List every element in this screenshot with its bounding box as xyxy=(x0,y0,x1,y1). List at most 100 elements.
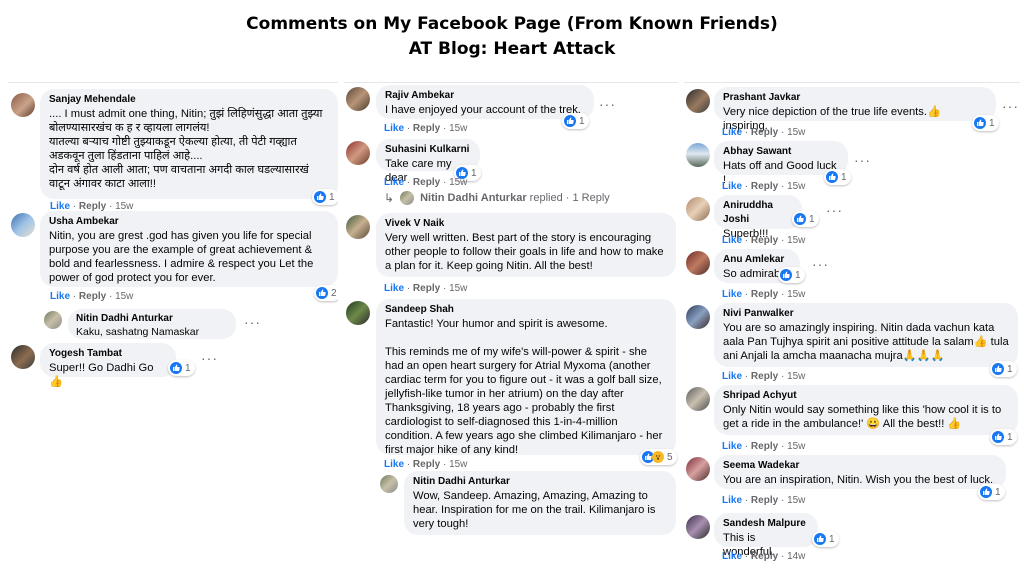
comment-time[interactable]: 15w xyxy=(787,441,805,452)
more-options-icon[interactable]: ··· xyxy=(599,97,616,111)
comment: Seema Wadekar You are an inspiration, Ni… xyxy=(684,455,1020,509)
comment-time[interactable]: 15w xyxy=(787,289,805,300)
reply-link[interactable]: Reply xyxy=(751,441,778,452)
comment-time[interactable]: 15w xyxy=(787,181,805,192)
more-options-icon[interactable]: ··· xyxy=(244,315,261,329)
commenter-name[interactable]: Yogesh Tambat xyxy=(49,347,167,361)
like-link[interactable]: Like xyxy=(722,371,742,382)
reaction-count[interactable]: 1 xyxy=(978,484,1005,500)
reaction-count[interactable]: 1 xyxy=(562,113,589,129)
commenter-name[interactable]: Nitin Dadhi Anturkar xyxy=(413,475,667,489)
reaction-count[interactable]: 1 xyxy=(990,361,1017,377)
reaction-count[interactable]: 5 xyxy=(640,449,677,465)
reply-link[interactable]: Reply xyxy=(751,371,778,382)
commenter-name[interactable]: Usha Ambekar xyxy=(49,215,329,229)
like-link[interactable]: Like xyxy=(722,551,742,562)
comment-time[interactable]: 15w xyxy=(787,495,805,506)
reply-link[interactable]: Reply xyxy=(751,551,778,562)
reaction-count[interactable]: 2 xyxy=(314,285,338,301)
avatar[interactable] xyxy=(686,305,710,329)
commenter-name[interactable]: Anu Amlekar xyxy=(723,253,791,267)
more-options-icon[interactable]: ··· xyxy=(812,257,829,271)
reply-link[interactable]: Reply xyxy=(413,123,440,134)
reaction-count[interactable]: 1 xyxy=(824,169,851,185)
like-link[interactable]: Like xyxy=(722,289,742,300)
like-reaction-icon xyxy=(814,533,826,545)
comment-actions: Like · Reply · 15w xyxy=(722,181,806,192)
like-link[interactable]: Like xyxy=(722,127,742,138)
comment-time[interactable]: 15w xyxy=(449,283,467,294)
avatar[interactable] xyxy=(11,213,35,237)
commenter-name[interactable]: Nitin Dadhi Anturkar xyxy=(76,312,228,326)
commenter-name[interactable]: Rajiv Ambekar xyxy=(385,89,585,103)
reply-link[interactable]: Reply xyxy=(751,235,778,246)
reply-link[interactable]: Reply xyxy=(751,181,778,192)
avatar[interactable] xyxy=(686,251,710,275)
avatar[interactable] xyxy=(346,215,370,239)
more-options-icon[interactable]: ··· xyxy=(826,203,843,217)
reaction-count[interactable]: 1 xyxy=(812,531,839,547)
avatar[interactable] xyxy=(346,87,370,111)
avatar[interactable] xyxy=(11,93,35,117)
avatar[interactable] xyxy=(686,143,710,167)
reaction-count[interactable]: 1 xyxy=(168,360,195,376)
commenter-name[interactable]: Nivi Panwalker xyxy=(723,307,1009,321)
reply-link[interactable]: Reply xyxy=(751,289,778,300)
like-link[interactable]: Like xyxy=(722,235,742,246)
comment-time[interactable]: 15w xyxy=(787,371,805,382)
commenter-name[interactable]: Aniruddha Joshi xyxy=(723,199,793,227)
commenter-name[interactable]: Suhasini Kulkarni xyxy=(385,143,471,157)
avatar[interactable] xyxy=(380,475,398,493)
more-options-icon[interactable]: ··· xyxy=(854,153,871,167)
comment-time[interactable]: 15w xyxy=(449,177,467,188)
reply-link[interactable]: Reply xyxy=(751,495,778,506)
comments-column-3: Prashant Javkar Very nice depiction of t… xyxy=(684,82,1020,576)
like-link[interactable]: Like xyxy=(384,459,404,470)
reply-link[interactable]: Reply xyxy=(751,127,778,138)
reply-link[interactable]: Reply xyxy=(413,459,440,470)
commenter-name[interactable]: Prashant Javkar xyxy=(723,91,987,105)
avatar[interactable] xyxy=(686,457,710,481)
comment-time[interactable]: 15w xyxy=(787,127,805,138)
more-options-icon[interactable]: ··· xyxy=(1002,99,1019,113)
comment-time[interactable]: 15w xyxy=(449,459,467,470)
more-options-icon[interactable]: ··· xyxy=(201,351,218,365)
comments-column-2: Rajiv Ambekar I have enjoyed your accoun… xyxy=(344,82,678,576)
reaction-count[interactable]: 1 xyxy=(312,189,338,205)
commenter-name[interactable]: Seema Wadekar xyxy=(723,459,997,473)
avatar[interactable] xyxy=(44,311,62,329)
like-link[interactable]: Like xyxy=(722,181,742,192)
page-subtitle: AT Blog: Heart Attack xyxy=(408,39,616,59)
comment-time[interactable]: 14w xyxy=(787,551,805,562)
avatar[interactable] xyxy=(686,515,710,539)
avatar[interactable] xyxy=(346,141,370,165)
avatar[interactable] xyxy=(11,345,35,369)
commenter-name[interactable]: Sanjay Mehendale xyxy=(49,93,329,107)
commenter-name[interactable]: Sandesh Malpure xyxy=(723,517,809,531)
like-link[interactable]: Like xyxy=(384,283,404,294)
view-replies-link[interactable]: ↳ Nitin Dadhi Anturkar replied · 1 Reply xyxy=(384,191,610,205)
commenter-name[interactable]: Abhay Sawant xyxy=(723,145,839,159)
reaction-count[interactable]: 1 xyxy=(778,267,805,283)
comment-time[interactable]: 15w xyxy=(449,123,467,134)
like-link[interactable]: Like xyxy=(50,291,70,302)
comment-time[interactable]: 15w xyxy=(115,291,133,302)
reply-link[interactable]: Reply xyxy=(79,291,106,302)
like-link[interactable]: Like xyxy=(722,495,742,506)
avatar[interactable] xyxy=(686,89,710,113)
reaction-count[interactable]: 1 xyxy=(990,429,1017,445)
comment-time[interactable]: 15w xyxy=(787,235,805,246)
commenter-name[interactable]: Shripad Achyut xyxy=(723,389,1009,403)
like-link[interactable]: Like xyxy=(722,441,742,452)
reply-link[interactable]: Reply xyxy=(413,177,440,188)
reaction-count[interactable]: 1 xyxy=(972,115,999,131)
reaction-count[interactable]: 1 xyxy=(792,211,819,227)
commenter-name[interactable]: Vivek V Naik xyxy=(385,217,667,231)
reply-link[interactable]: Reply xyxy=(413,283,440,294)
avatar[interactable] xyxy=(346,301,370,325)
like-link[interactable]: Like xyxy=(384,123,404,134)
like-link[interactable]: Like xyxy=(384,177,404,188)
avatar[interactable] xyxy=(686,387,710,411)
avatar[interactable] xyxy=(686,197,710,221)
commenter-name[interactable]: Sandeep Shah xyxy=(385,303,667,317)
